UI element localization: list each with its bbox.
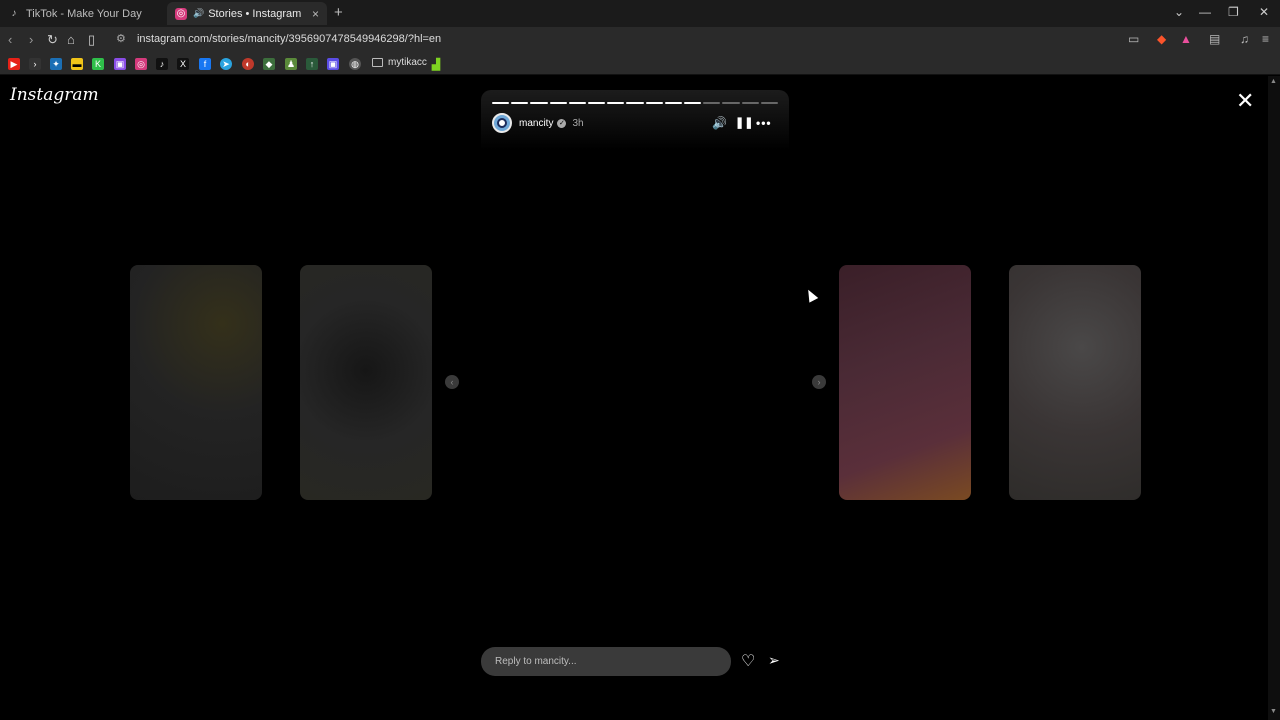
brave-shield-icon[interactable]: ◆ [1157,32,1166,46]
instagram-icon: ◎ [175,7,187,20]
progress-segment [741,102,759,104]
bookmark-green-icon[interactable]: ◆ [263,58,275,70]
progress-segment [588,102,606,104]
progress-segment [626,102,644,104]
bookmark-icon[interactable]: ▯ [88,32,95,48]
volume-icon[interactable]: 🔊 [712,116,727,130]
site-settings-icon[interactable]: ⚙ [116,33,126,45]
bookmark-arrow-icon[interactable]: › [29,58,41,70]
scrollbar[interactable]: ▲ ▼ [1268,76,1280,720]
active-story[interactable]: mancity ✓ 3h 🔊 ❚❚ ••• [481,90,789,150]
send-icon[interactable]: ➢ [768,652,780,669]
url-text: instagram.com/stories/mancity/3956907478… [136,33,442,45]
signal-icon[interactable]: ▟ [430,58,442,71]
close-window-button[interactable]: ✕ [1259,5,1269,19]
url-field[interactable]: ⚙ instagram.com/stories/mancity/39569074… [116,32,441,45]
sidebar-icon[interactable]: ▤ [1209,32,1220,46]
progress-segment [760,102,779,104]
avatar[interactable] [492,113,512,133]
reload-icon[interactable]: ↻ [47,32,58,48]
bookmark-purple-icon[interactable]: ▣ [327,58,339,70]
more-options-icon[interactable]: ••• [756,116,772,130]
progress-segment [722,102,740,104]
instagram-logo[interactable]: Instagram [10,85,99,105]
close-tab-icon[interactable]: × [312,7,319,21]
close-stories-icon[interactable]: ✕ [1236,90,1254,112]
tab-title: TikTok - Make Your Day [26,7,142,20]
facebook-icon[interactable]: f [199,58,211,70]
progress-segment [664,102,683,104]
sparkle-icon[interactable]: ✦ [50,58,62,70]
story-preview-card[interactable] [1009,265,1141,500]
tiktok-bookmark-icon[interactable]: ♪ [156,58,168,70]
story-preview-card[interactable] [839,265,971,500]
tab-title: Stories • Instagram [208,7,302,20]
forward-icon[interactable]: › [29,32,33,47]
next-story-icon[interactable]: › [812,375,826,389]
new-tab-button[interactable]: + [334,4,343,21]
tiktok-icon: ♪ [11,8,17,19]
tab-strip: ♪ TikTok - Make Your Day ◎ 🔊 Stories • I… [0,0,1280,27]
story-header: mancity ✓ 3h 🔊 ❚❚ ••• [492,112,778,134]
scroll-down-icon[interactable]: ▼ [1270,708,1277,715]
address-bar-row: ‹ › ↻ ⌂ ▯ ⚙ instagram.com/stories/mancit… [0,27,1280,53]
pause-icon[interactable]: ❚❚ [735,116,753,129]
verified-badge-icon: ✓ [557,118,567,128]
bookmark-folder[interactable]: mytikacc [372,57,427,68]
upload-icon[interactable]: ↑ [306,58,318,70]
scroll-up-icon[interactable]: ▲ [1270,78,1277,85]
story-username[interactable]: mancity [519,118,553,129]
previous-story-icon[interactable]: ‹ [445,375,459,389]
twitch-icon[interactable]: ▣ [114,58,126,70]
like-heart-icon[interactable]: ♡ [741,651,755,671]
story-preview-card[interactable] [130,265,262,500]
folder-label: mytikacc [388,57,427,68]
progress-segment [568,102,587,104]
media-icon[interactable]: ♫ [1240,32,1249,46]
cast-icon[interactable]: ▭ [1128,32,1139,46]
bookmark-yellow-icon[interactable]: ▬ [71,58,83,70]
youtube-icon[interactable]: ▶ [8,58,20,70]
story-progress [492,102,779,104]
home-icon[interactable]: ⌂ [67,32,75,47]
progress-segment [530,102,548,104]
story-preview-card[interactable] [300,265,432,500]
bookmarks-bar: ▶ › ✦ ▬ K ▣ ◎ ♪ X f ➤ ◐ ◆ ♟ ↑ ▣ ◍ mytika… [0,53,1280,75]
progress-segment [511,102,529,104]
tab-tiktok[interactable]: ♪ TikTok - Make Your Day [0,2,166,25]
mancity-crest-icon [497,118,507,128]
progress-segment [703,102,721,104]
back-icon[interactable]: ‹ [8,32,12,47]
progress-segment [492,102,510,104]
speaker-icon[interactable]: 🔊 [193,8,204,19]
x-icon[interactable]: X [177,58,189,70]
progress-segment [645,102,663,104]
menu-icon[interactable]: ≡ [1262,32,1269,46]
tab-instagram[interactable]: ◎ 🔊 Stories • Instagram × [167,2,327,25]
kick-icon[interactable]: K [92,58,104,70]
reply-input[interactable]: Reply to mancity... [481,647,731,676]
globe-icon[interactable]: ◍ [349,58,361,70]
folder-icon [372,58,383,67]
reply-placeholder: Reply to mancity... [495,656,577,667]
story-age: 3h [572,117,584,129]
maximize-button[interactable]: ❐ [1228,5,1239,19]
progress-segment [549,102,567,104]
brave-rewards-icon[interactable]: ▲ [1180,32,1192,46]
bookmark-person-icon[interactable]: ♟ [285,58,297,70]
telegram-icon[interactable]: ➤ [220,58,232,70]
progress-segment [684,102,702,104]
tab-search-icon[interactable]: ⌄ [1174,5,1184,19]
instagram-bookmark-icon[interactable]: ◎ [135,58,147,70]
bookmark-red-icon[interactable]: ◐ [242,58,254,70]
progress-segment [607,102,625,104]
minimize-button[interactable]: — [1199,5,1211,19]
